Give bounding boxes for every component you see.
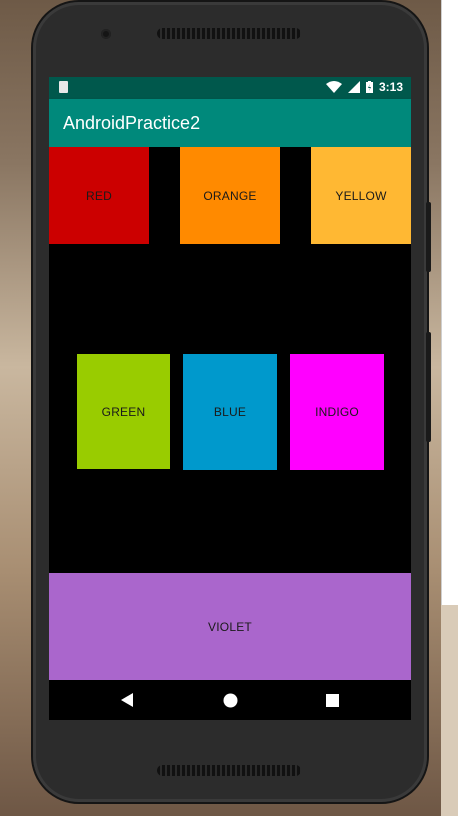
front-camera (101, 29, 111, 39)
volume-button (426, 332, 431, 442)
app-title: AndroidPractice2 (63, 113, 201, 133)
violet-label: VIOLET (208, 619, 252, 634)
power-button (426, 202, 431, 272)
back-icon[interactable] (117, 690, 137, 710)
home-icon[interactable] (220, 690, 240, 710)
red-box[interactable]: RED (49, 147, 149, 244)
battery-icon (365, 81, 373, 93)
top-speaker (157, 28, 301, 39)
yellow-box[interactable]: YELLOW (311, 147, 411, 244)
app-bar: AndroidPractice2 (49, 99, 411, 147)
status-bar: 3:13 (49, 77, 411, 99)
orange-label: ORANGE (203, 188, 257, 203)
wifi-icon (325, 80, 342, 93)
indigo-label: INDIGO (315, 405, 359, 419)
yellow-label: YELLOW (335, 188, 387, 203)
desktop-panel (441, 0, 458, 605)
status-time: 3:13 (378, 80, 403, 94)
recents-icon[interactable] (322, 690, 342, 710)
blue-box[interactable]: BLUE (183, 354, 277, 470)
blue-label: BLUE (213, 405, 247, 419)
desktop-background (441, 605, 458, 816)
signal-icon (347, 81, 360, 93)
navigation-bar (49, 680, 411, 720)
orange-box[interactable]: ORANGE (180, 147, 280, 244)
screen: 3:13 AndroidPractice2 RED ORANGE YELLOW … (49, 77, 411, 720)
green-label: GREEN (101, 404, 146, 419)
green-box[interactable]: GREEN (77, 354, 170, 469)
violet-box[interactable]: VIOLET (49, 573, 411, 680)
color-layout: RED ORANGE YELLOW GREEN BLUE INDIGO VIOL… (49, 147, 411, 680)
sd-card-icon (59, 81, 68, 93)
red-label: RED (86, 188, 112, 203)
bottom-speaker (157, 765, 301, 776)
phone-frame: 3:13 AndroidPractice2 RED ORANGE YELLOW … (33, 2, 431, 802)
indigo-box[interactable]: INDIGO (290, 354, 384, 470)
